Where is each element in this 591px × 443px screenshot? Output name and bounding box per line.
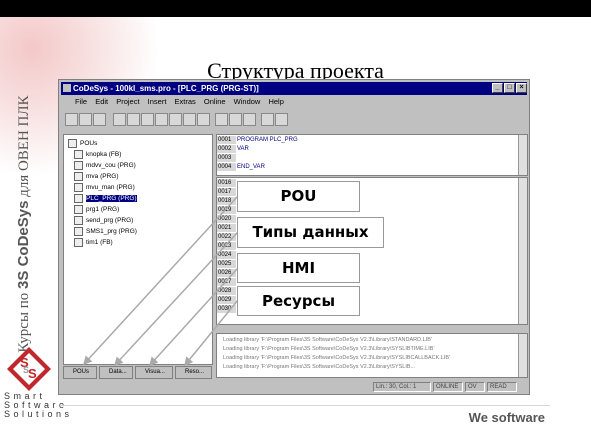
callout-resources: Ресурсы bbox=[237, 286, 360, 316]
arrow-data-types bbox=[113, 231, 239, 367]
callout-hmi: HMI bbox=[237, 253, 360, 283]
callout-pou: POU bbox=[237, 181, 360, 212]
arrow-pou bbox=[82, 195, 239, 366]
callout-data-types: Типы данных bbox=[237, 217, 384, 248]
arrow-resources bbox=[184, 299, 239, 367]
